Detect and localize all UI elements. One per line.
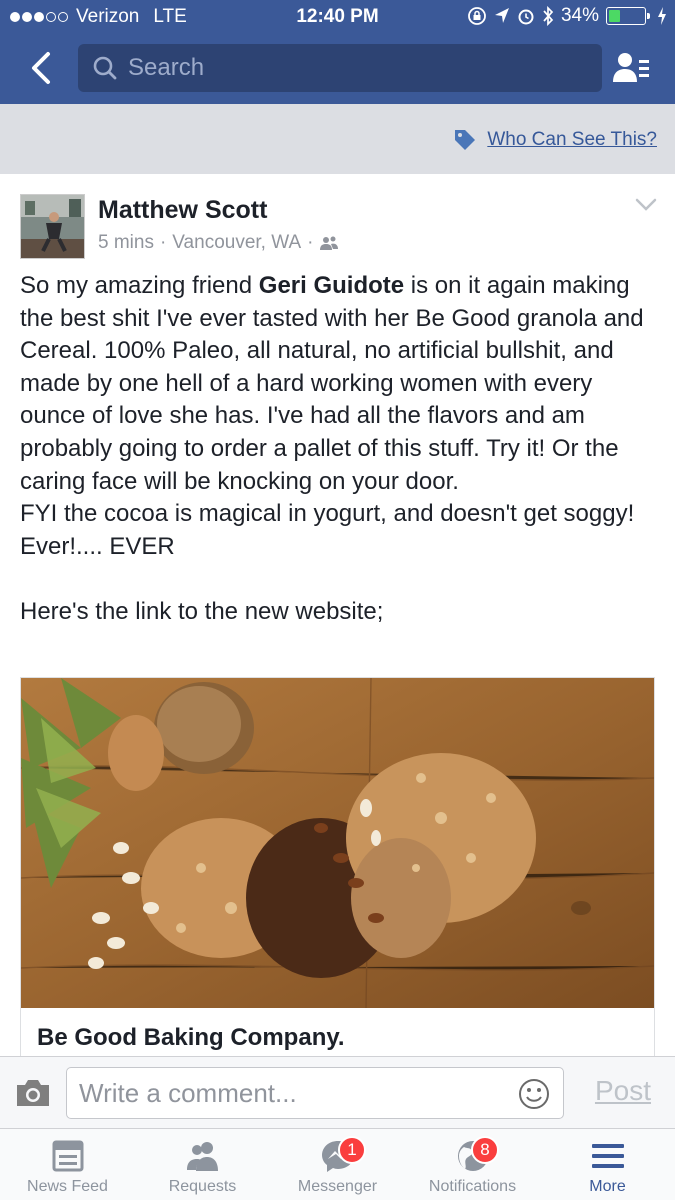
messenger-badge: 1 <box>338 1136 366 1164</box>
search-bar[interactable] <box>78 44 602 92</box>
tab-label: Requests <box>168 1178 237 1195</box>
tag-icon <box>455 130 476 150</box>
battery-percent: 34% <box>560 5 599 26</box>
tab-label: Notifications <box>428 1178 517 1195</box>
tab-news-feed[interactable]: News Feed <box>0 1129 135 1200</box>
link-preview-title: Be Good Baking Company. <box>37 1024 345 1051</box>
top-bar: Verizon LTE 12:40 PM 34% <box>0 0 675 104</box>
who-can-see-this-label: Who Can See This? <box>487 129 657 150</box>
comment-input[interactable] <box>79 1076 509 1110</box>
meta-separator: · <box>307 232 314 253</box>
post-time[interactable]: 5 mins <box>98 232 154 254</box>
comment-bar: Post <box>0 1056 675 1128</box>
post-comment-button[interactable]: Post <box>595 1075 651 1107</box>
chevron-down-icon[interactable] <box>635 198 657 212</box>
emoji-icon[interactable] <box>517 1077 551 1111</box>
post-card: Matthew Scott 5 mins · Vancouver, WA · S… <box>0 174 675 1056</box>
tab-requests[interactable]: Requests <box>135 1129 270 1200</box>
tab-more[interactable]: More <box>540 1129 675 1200</box>
post-text-intro: So my amazing friend <box>20 272 259 299</box>
avatar[interactable] <box>20 194 85 259</box>
news-feed-icon <box>52 1140 83 1172</box>
tab-messenger[interactable]: 1 Messenger <box>270 1129 405 1200</box>
menu-icon <box>591 1144 624 1168</box>
privacy-bar: Who Can See This? <box>0 104 675 174</box>
friends-audience-icon <box>320 236 339 250</box>
link-preview[interactable]: Be Good Baking Company. <box>20 677 655 1056</box>
meta-separator: · <box>159 232 167 253</box>
post-text: So my amazing friend Geri Guidote is on … <box>20 270 660 629</box>
comment-field[interactable] <box>66 1067 564 1119</box>
who-can-see-this-link[interactable]: Who Can See This? <box>453 128 657 152</box>
friends-list-icon[interactable] <box>611 48 651 88</box>
tab-label: Messenger <box>297 1178 378 1195</box>
tab-label: News Feed <box>27 1178 108 1195</box>
post-meta: 5 mins · Vancouver, WA · <box>98 232 339 254</box>
tab-bar: News Feed Requests 1 Messenger 8 Notific… <box>0 1128 675 1200</box>
friend-requests-icon <box>186 1142 218 1171</box>
post-text-body: is on it again making the best shit I've… <box>20 272 644 625</box>
search-input[interactable] <box>128 54 568 82</box>
location-arrow-icon <box>494 8 509 23</box>
notifications-badge: 8 <box>471 1136 499 1164</box>
search-icon <box>93 56 117 80</box>
charging-icon <box>658 7 666 25</box>
status-bar: Verizon LTE 12:40 PM 34% <box>0 0 675 34</box>
bluetooth-icon <box>543 6 554 26</box>
author-name[interactable]: Matthew Scott <box>98 196 267 225</box>
camera-icon[interactable] <box>14 1077 52 1109</box>
back-arrow-icon[interactable] <box>26 48 58 88</box>
tab-label: More <box>589 1178 626 1195</box>
battery-icon <box>606 7 650 25</box>
rotation-lock-icon <box>468 7 486 25</box>
alarm-icon <box>518 9 534 25</box>
post-location[interactable]: Vancouver, WA <box>172 232 301 254</box>
mentioned-friend[interactable]: Geri Guidote <box>259 272 404 299</box>
avatar-photo <box>21 195 84 258</box>
tab-notifications[interactable]: 8 Notifications <box>405 1129 540 1200</box>
link-preview-image <box>21 678 654 1008</box>
